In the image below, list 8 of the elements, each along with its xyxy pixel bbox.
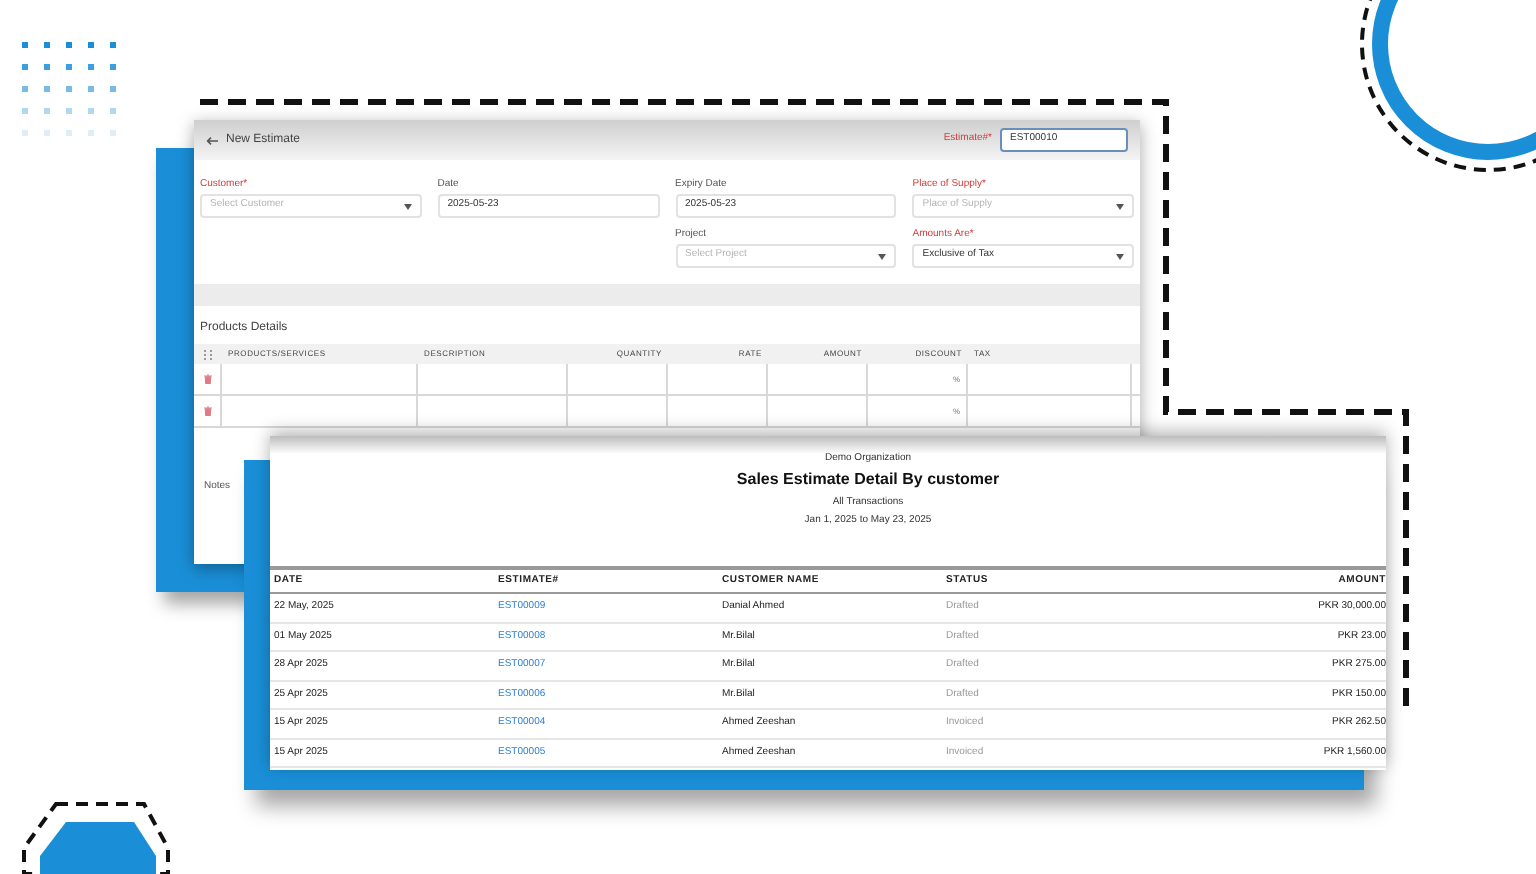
trash-icon bbox=[203, 374, 211, 384]
caret-icon bbox=[1116, 203, 1124, 209]
trash-icon bbox=[203, 406, 211, 416]
report-title: Sales Estimate Detail By customer bbox=[736, 472, 1000, 488]
caret-icon bbox=[1116, 253, 1124, 259]
caret-icon bbox=[403, 203, 412, 209]
back-arrow-icon bbox=[206, 135, 218, 145]
caret-icon bbox=[878, 253, 887, 259]
